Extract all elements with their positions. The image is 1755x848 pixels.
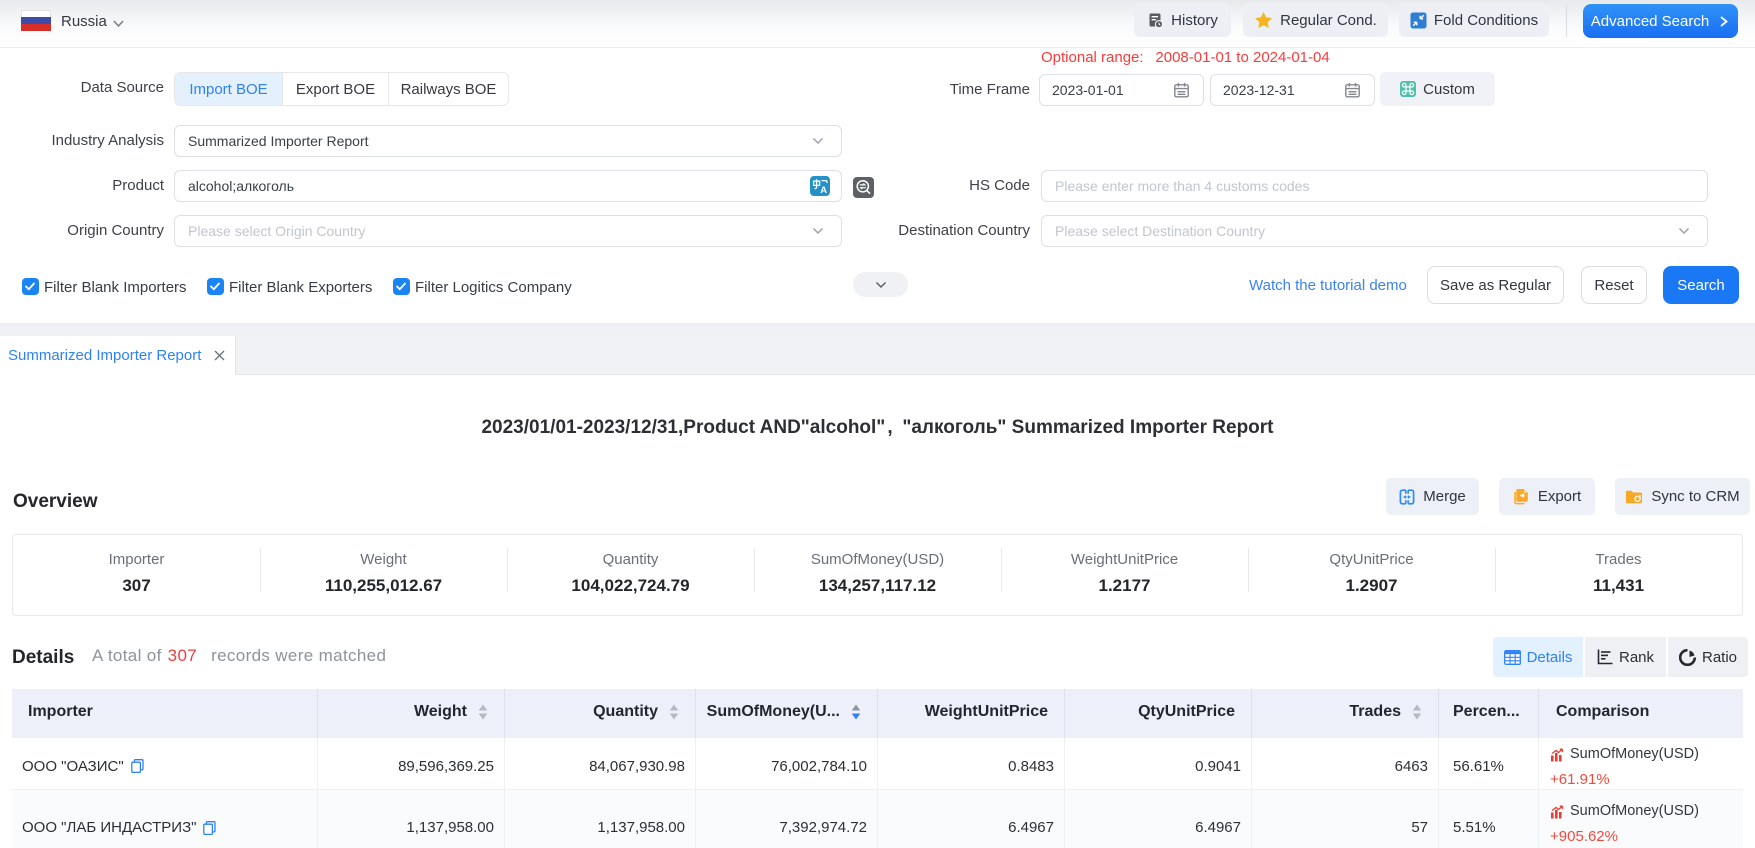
svg-text:A: A — [820, 185, 827, 196]
